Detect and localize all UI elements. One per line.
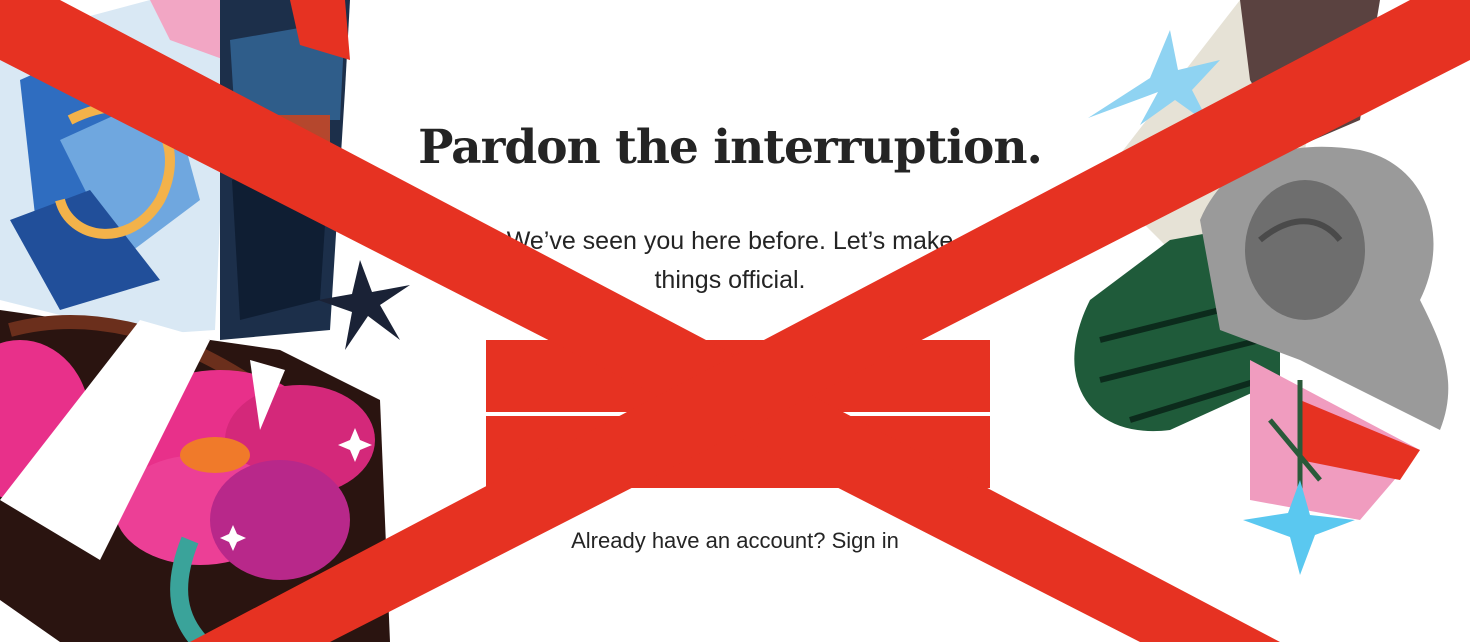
- page-subtitle: We’ve seen you here before. Let’s make t…: [506, 227, 954, 294]
- page-title: Pardon the interruption.: [418, 120, 1043, 175]
- signup-modal: Pardon the interruption. We’ve seen you …: [0, 0, 1470, 642]
- redacted-signup-button-secondary[interactable]: [486, 416, 990, 488]
- redacted-signup-button[interactable]: [486, 340, 990, 412]
- sign-in-prompt[interactable]: Already have an account? Sign in: [0, 528, 1470, 554]
